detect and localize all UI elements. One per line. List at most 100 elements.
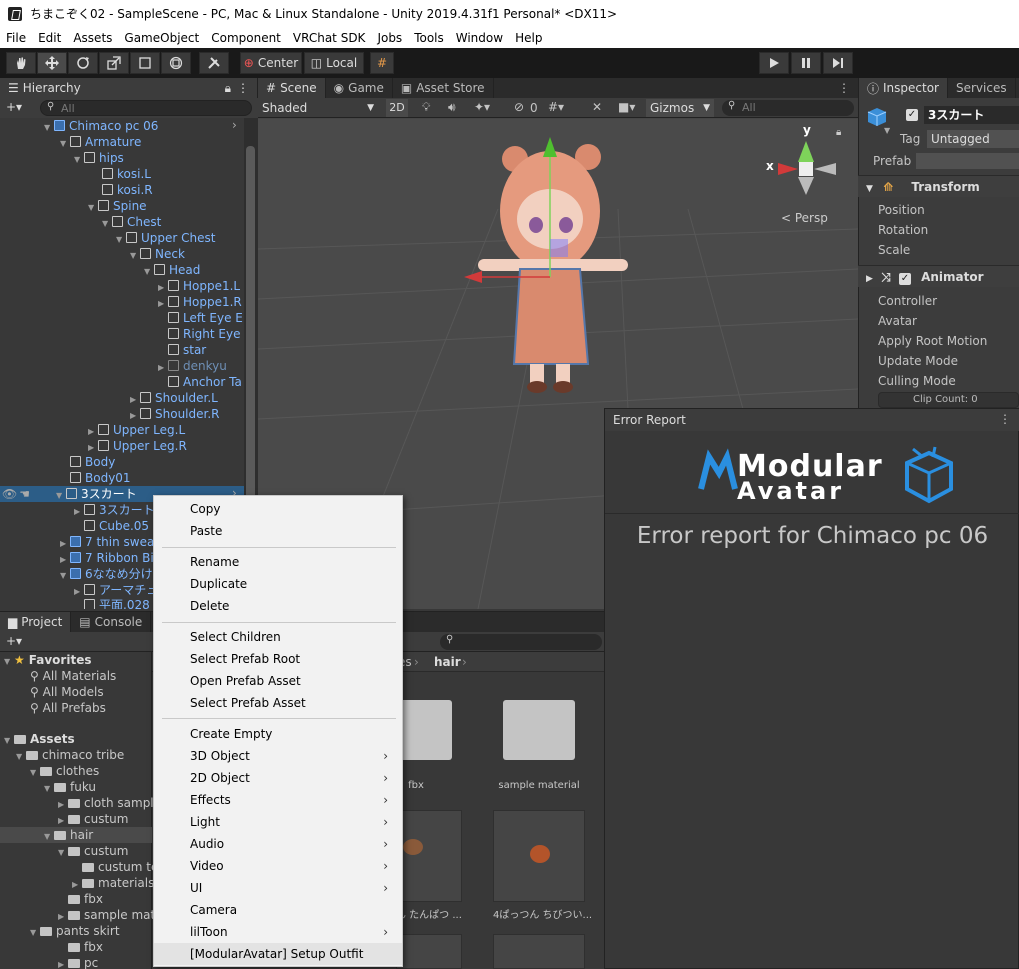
grid-snap-button[interactable]: # [370, 52, 394, 74]
tree-item[interactable]: ▶ 7 Ribbon Bi [60, 550, 154, 566]
assets-header[interactable]: ▼ Assets [4, 731, 75, 747]
tree-item[interactable]: ▶ 3スカート [74, 502, 155, 518]
asset-thumbnail[interactable] [396, 810, 462, 902]
create-plus-icon[interactable]: +▾ [6, 100, 22, 114]
tab-project[interactable]: ▆ Project [0, 612, 72, 632]
hand-tool-button[interactable] [6, 52, 36, 74]
tree-item[interactable]: ▶ Upper Leg.L [88, 422, 185, 438]
scrollbar-thumb[interactable] [246, 146, 255, 506]
prefab-overrides-button[interactable] [916, 153, 1019, 169]
rotate-tool-button[interactable] [68, 52, 98, 74]
project-search-input[interactable]: ⚲ [440, 634, 602, 650]
tree-item[interactable]: 平面.028 [74, 597, 150, 609]
menu-item-select-children[interactable]: Select Children [154, 626, 402, 648]
tree-item[interactable]: ▼ Head [144, 262, 200, 278]
tab-asset-store[interactable]: ▣ Asset Store [392, 78, 494, 98]
tab-hierarchy[interactable]: ☰ Hierarchy 🔒︎ ⋮ [0, 78, 258, 98]
asset-thumbnail[interactable] [493, 810, 585, 902]
menu-item-copy[interactable]: Copy [154, 498, 402, 520]
menu-tools[interactable]: Tools [408, 31, 450, 45]
favorite-item[interactable]: ⚲ All Prefabs [30, 700, 106, 716]
tree-item-selected[interactable]: 👁︎ ☚ ▼ 3スカート [0, 486, 137, 502]
custom-tool-button[interactable] [199, 52, 229, 74]
move-tool-button[interactable] [37, 52, 67, 74]
asset-thumbnail[interactable] [493, 934, 585, 969]
menu-item-effects[interactable]: Effects › [154, 789, 402, 811]
tree-item[interactable]: ▶ アーマチュ [74, 582, 158, 598]
pickable-hand-icon[interactable]: ☚ [19, 487, 30, 501]
tree-item[interactable]: ▼ Chimaco pc 06 [44, 118, 158, 134]
tree-item[interactable]: ▶ Hoppe1.L [158, 278, 240, 294]
tree-item[interactable]: Right Eye [158, 326, 240, 342]
lighting-bulb-icon[interactable]: 💡︎ [422, 100, 430, 115]
menu-item-ui[interactable]: UI › [154, 877, 402, 899]
favorite-item[interactable]: ⚲ All Materials [30, 668, 116, 684]
scene-tools-icon[interactable]: ✕ [592, 100, 602, 114]
orientation-gizmo[interactable] [778, 141, 836, 195]
projection-label[interactable]: < Persp [781, 211, 828, 225]
menu-help[interactable]: Help [509, 31, 548, 45]
menu-item-delete[interactable]: Delete [154, 595, 402, 617]
menu-item-duplicate[interactable]: Duplicate [154, 573, 402, 595]
tree-item[interactable]: ▼ hips [74, 150, 124, 166]
menu-item-open-prefab-asset[interactable]: Open Prefab Asset [154, 670, 402, 692]
tree-item[interactable]: ▼ 6ななめ分け [60, 566, 153, 582]
panel-menu-icon[interactable]: ⋮ [999, 412, 1011, 426]
folder-item[interactable]: ▶ materials [72, 875, 154, 891]
hidden-objects-icon[interactable]: ⊘ [514, 100, 524, 114]
object-name-input[interactable]: 3スカート [924, 106, 1019, 124]
menu-item-select-prefab-asset[interactable]: Select Prefab Asset [154, 692, 402, 714]
tab-error-report[interactable]: Error Report [605, 409, 1019, 431]
menu-item-paste[interactable]: Paste [154, 520, 402, 542]
step-button[interactable] [823, 52, 853, 74]
folder-item[interactable]: ▼ chimaco tribe [16, 747, 124, 763]
favorites-header[interactable]: ▼ ★ Favorites [4, 652, 91, 668]
camera-icon[interactable]: ■▾ [618, 100, 635, 114]
animator-header[interactable]: ▶ ⤨ ✓ Animator [858, 265, 1019, 287]
folder-item[interactable]: ▼ fuku [44, 779, 96, 795]
tree-item[interactable]: ▶ Shoulder.L [130, 390, 218, 406]
folder-item[interactable]: ▶ cloth sampl [58, 795, 154, 811]
tab-inspector[interactable]: ⓘ Inspector [859, 78, 948, 98]
gizmos-dropdown[interactable]: Gizmos ▼ [646, 99, 714, 117]
menu-vrchat-sdk[interactable]: VRChat SDK [287, 31, 372, 45]
tree-item[interactable]: ▶ Hoppe1.R [158, 294, 242, 310]
folder-item[interactable]: ▼ custum [58, 843, 128, 859]
scene-search-input[interactable]: ⚲ All [722, 100, 854, 116]
tree-item[interactable]: star [158, 342, 206, 358]
tree-item[interactable]: ▼ Upper Chest [116, 230, 215, 246]
tree-item[interactable]: ▶ 7 thin swea [60, 534, 154, 550]
chevron-right-icon[interactable]: › [232, 118, 237, 132]
tree-item[interactable]: ▶ Upper Leg.R [88, 438, 187, 454]
2d-toggle-button[interactable]: 2D [386, 99, 408, 117]
visibility-eye-icon[interactable]: 👁︎ [2, 487, 17, 501]
folder-item[interactable]: fbx [58, 939, 103, 955]
folder-item[interactable]: ▶ sample mat [58, 907, 155, 923]
tree-item[interactable]: ▼ Neck [130, 246, 185, 262]
tree-item[interactable]: Left Eye E [158, 310, 243, 326]
pivot-center-button[interactable]: ⊕ Center [240, 52, 302, 74]
pivot-local-button[interactable]: ◫ Local [304, 52, 364, 74]
grid-toggle-icon[interactable]: #▾ [548, 100, 564, 114]
menu-item-2d-object[interactable]: 2D Object › [154, 767, 402, 789]
menu-item-video[interactable]: Video › [154, 855, 402, 877]
tab-scene[interactable]: # Scene [258, 78, 326, 98]
menu-assets[interactable]: Assets [67, 31, 118, 45]
menu-file[interactable]: File [0, 31, 32, 45]
lock-icon[interactable]: 🔒︎ [836, 127, 841, 138]
tree-item[interactable]: kosi.L [92, 166, 151, 182]
menu-item-audio[interactable]: Audio › [154, 833, 402, 855]
pause-button[interactable] [791, 52, 821, 74]
tab-game[interactable]: ◉ Game [325, 78, 393, 98]
folder-item[interactable]: ▶ pc [58, 955, 98, 969]
tree-item[interactable]: Anchor Ta [158, 374, 242, 390]
tree-item[interactable]: ▼ Armature [60, 134, 141, 150]
hierarchy-search-input[interactable]: ⚲ All [40, 100, 252, 116]
menu-item-create-empty[interactable]: Create Empty [154, 723, 402, 745]
tree-item[interactable]: ▶ Shoulder.R [130, 406, 220, 422]
menu-component[interactable]: Component [205, 31, 287, 45]
menu-gameobject[interactable]: GameObject [118, 31, 205, 45]
folder-item[interactable]: ▶ custum [58, 811, 128, 827]
tree-item[interactable]: Cube.05 [74, 518, 149, 534]
folder-item[interactable]: custum te [72, 859, 158, 875]
